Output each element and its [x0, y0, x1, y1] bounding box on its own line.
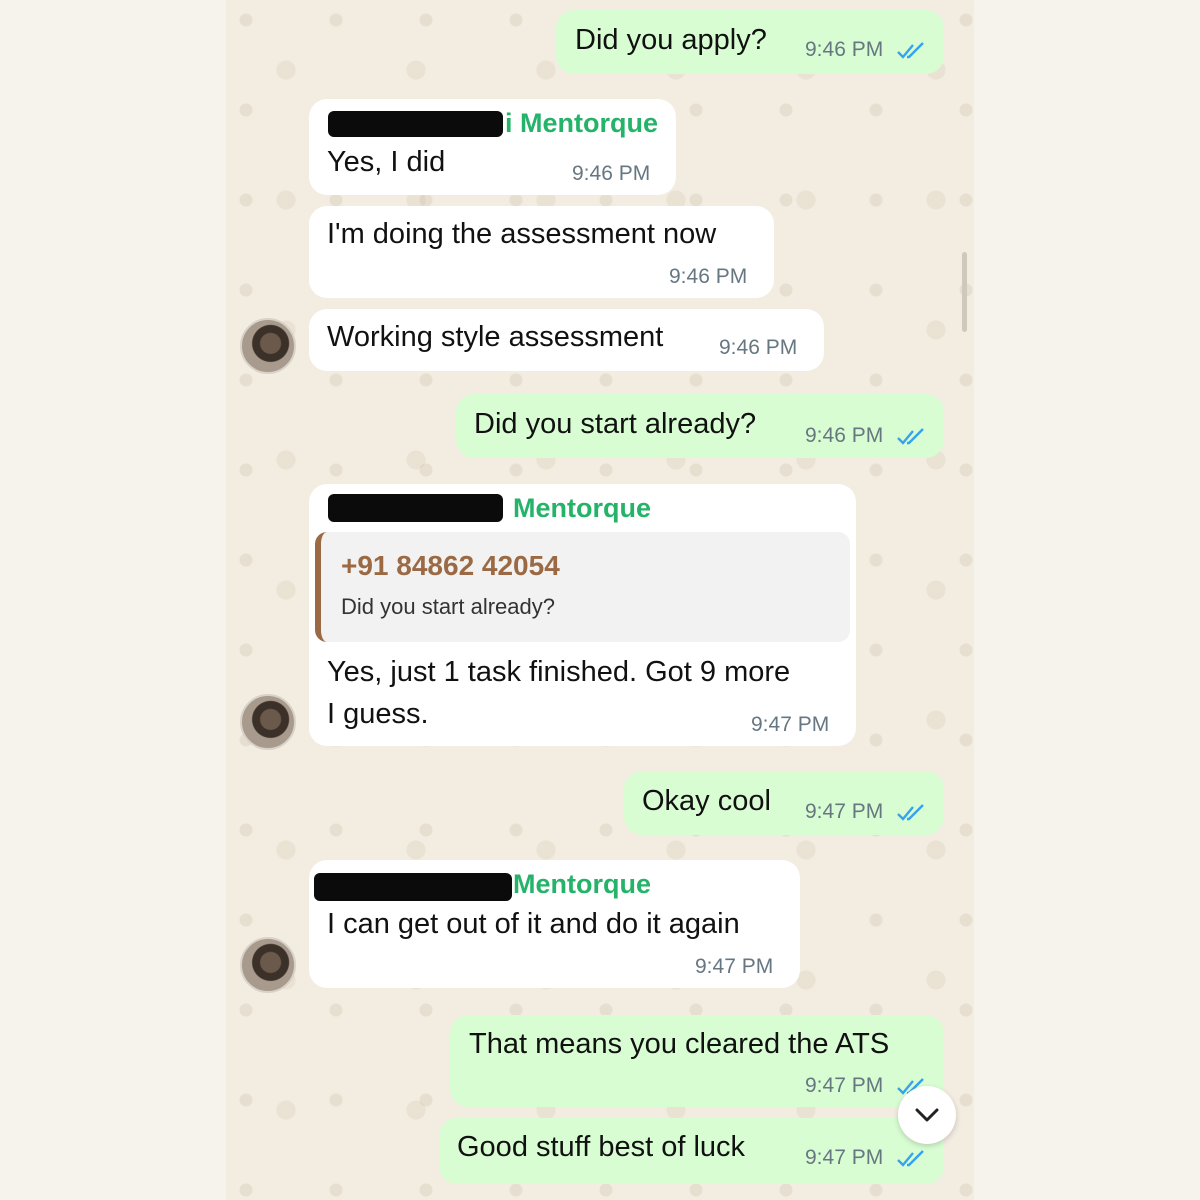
- message-time: 9:47 PM: [751, 713, 830, 736]
- scroll-indicator[interactable]: [962, 252, 967, 332]
- double-check-icon: [897, 804, 924, 821]
- avatar[interactable]: [240, 937, 296, 993]
- double-check-icon: [897, 1150, 924, 1167]
- quoted-text: Did you start already?: [341, 594, 555, 619]
- double-check-icon: [897, 42, 924, 59]
- message-time: 9:47 PM: [805, 1074, 884, 1097]
- message-text-line-2: I guess.: [327, 698, 429, 730]
- sender-name: i Mentorque: [505, 108, 658, 138]
- message-text: I can get out of it and do it again: [327, 908, 740, 940]
- message-text: Okay cool: [642, 785, 771, 817]
- avatar[interactable]: [240, 694, 296, 750]
- message-text: Good stuff best of luck: [457, 1131, 746, 1163]
- message-time: 9:46 PM: [669, 265, 748, 288]
- sender-name: Mentorque: [513, 493, 651, 523]
- double-check-icon: [897, 428, 924, 445]
- message-text: That means you cleared the ATS: [469, 1028, 890, 1060]
- quoted-sender: +91 84862 42054: [341, 550, 560, 581]
- chevron-down-icon: [915, 1108, 939, 1122]
- avatar[interactable]: [240, 318, 296, 374]
- message-time: 9:47 PM: [805, 1146, 884, 1169]
- message-incoming-reply[interactable]: Mentorque +91 84862 42054 Did you start …: [309, 484, 856, 746]
- message-time: 9:46 PM: [572, 162, 651, 185]
- message-time: 9:47 PM: [805, 800, 884, 823]
- message-time: 9:46 PM: [719, 336, 798, 359]
- message-text: I'm doing the assessment now: [327, 218, 717, 250]
- quoted-message[interactable]: +91 84862 42054 Did you start already?: [315, 532, 850, 642]
- message-incoming[interactable]: i Mentorque Yes, I did 9:46 PM: [309, 99, 676, 195]
- message-time: 9:46 PM: [805, 424, 884, 447]
- redacted-sender-name: [314, 873, 512, 901]
- message-incoming[interactable]: Working style assessment 9:46 PM: [309, 309, 824, 371]
- message-outgoing[interactable]: Good stuff best of luck 9:47 PM: [439, 1118, 944, 1184]
- redacted-sender-name: [328, 494, 503, 522]
- redacted-sender-name: [328, 111, 503, 137]
- message-outgoing[interactable]: Okay cool 9:47 PM: [624, 771, 944, 835]
- message-text: Did you apply?: [575, 24, 767, 56]
- message-text: Working style assessment: [327, 321, 664, 353]
- message-outgoing[interactable]: Did you start already? 9:46 PM: [456, 394, 944, 458]
- scroll-to-bottom-button[interactable]: [898, 1086, 956, 1144]
- message-time: 9:47 PM: [695, 955, 774, 978]
- message-text-line-1: Yes, just 1 task finished. Got 9 more: [327, 656, 791, 688]
- message-time: 9:46 PM: [805, 38, 884, 61]
- message-outgoing[interactable]: Did you apply? 9:46 PM: [556, 10, 944, 74]
- message-outgoing[interactable]: That means you cleared the ATS 9:47 PM: [450, 1015, 944, 1107]
- sender-name: Mentorque: [513, 869, 651, 899]
- message-incoming[interactable]: I'm doing the assessment now 9:46 PM: [309, 206, 774, 298]
- message-text: Did you start already?: [474, 408, 757, 440]
- message-text: Yes, I did: [327, 146, 446, 178]
- message-incoming[interactable]: Mentorque I can get out of it and do it …: [309, 860, 800, 988]
